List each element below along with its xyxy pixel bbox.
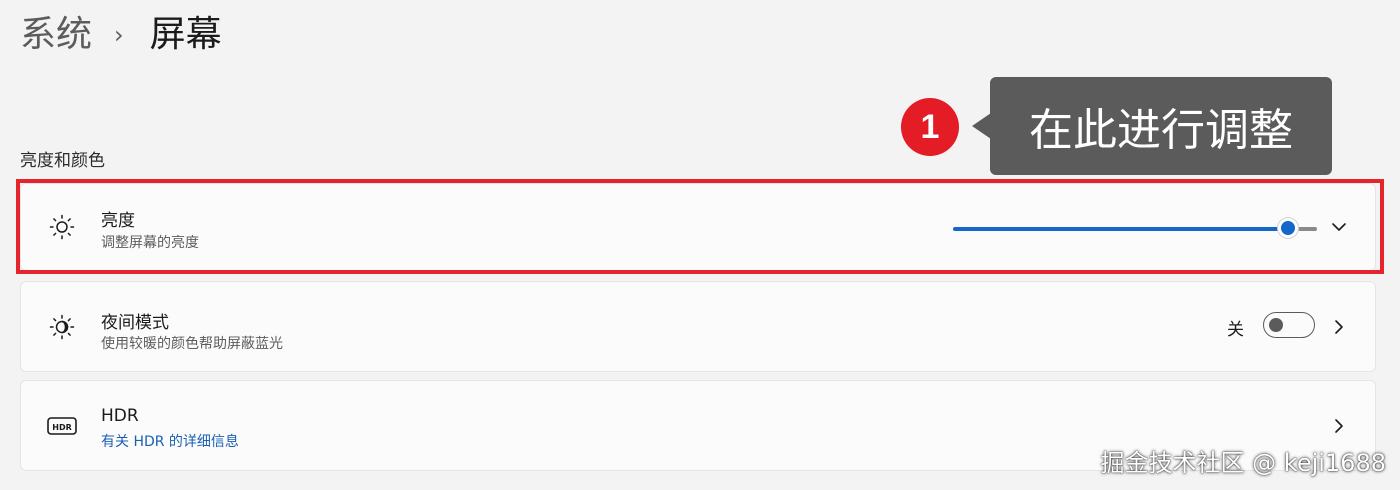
toggle-knob xyxy=(1269,317,1283,332)
section-title-brightness-color: 亮度和颜色 xyxy=(20,151,105,171)
callout-annotation: 在此进行调整 xyxy=(990,77,1332,175)
breadcrumb-parent-system[interactable]: 系统 xyxy=(20,10,92,60)
night-light-row[interactable]: 夜间模式 使用较暖的颜色帮助屏蔽蓝光 关 xyxy=(20,281,1376,372)
callout-step-badge: 1 xyxy=(901,98,959,156)
sun-icon xyxy=(47,212,77,242)
brightness-subtitle: 调整屏幕的亮度 xyxy=(101,235,199,251)
slider-thumb[interactable] xyxy=(1281,221,1295,235)
hdr-title: HDR xyxy=(101,406,139,426)
brightness-title: 亮度 xyxy=(101,211,135,231)
night-light-toggle-state: 关 xyxy=(1227,320,1244,340)
hdr-icon: HDR xyxy=(47,411,77,441)
callout-pointer xyxy=(972,113,991,139)
breadcrumb: 系统 › 屏幕 xyxy=(20,10,222,60)
watermark: 掘金技术社区 @ keji1688 xyxy=(1100,449,1386,477)
hdr-learn-more-link[interactable]: 有关 HDR 的详细信息 xyxy=(101,431,239,451)
page-title: 屏幕 xyxy=(149,14,222,55)
brightness-slider[interactable] xyxy=(953,221,1317,238)
breadcrumb-separator: › xyxy=(114,21,124,49)
chevron-right-icon[interactable] xyxy=(1329,317,1349,337)
slider-track-fill xyxy=(953,227,1280,231)
night-light-icon xyxy=(47,312,77,342)
brightness-row[interactable]: 亮度 调整屏幕的亮度 xyxy=(20,183,1376,271)
night-light-title: 夜间模式 xyxy=(101,313,169,333)
night-light-toggle[interactable] xyxy=(1263,312,1315,338)
night-light-subtitle: 使用较暖的颜色帮助屏蔽蓝光 xyxy=(101,336,283,352)
slider-track-rest xyxy=(1298,227,1317,231)
svg-text:HDR: HDR xyxy=(52,423,72,432)
chevron-right-icon[interactable] xyxy=(1329,416,1349,436)
chevron-down-icon[interactable] xyxy=(1329,217,1349,237)
